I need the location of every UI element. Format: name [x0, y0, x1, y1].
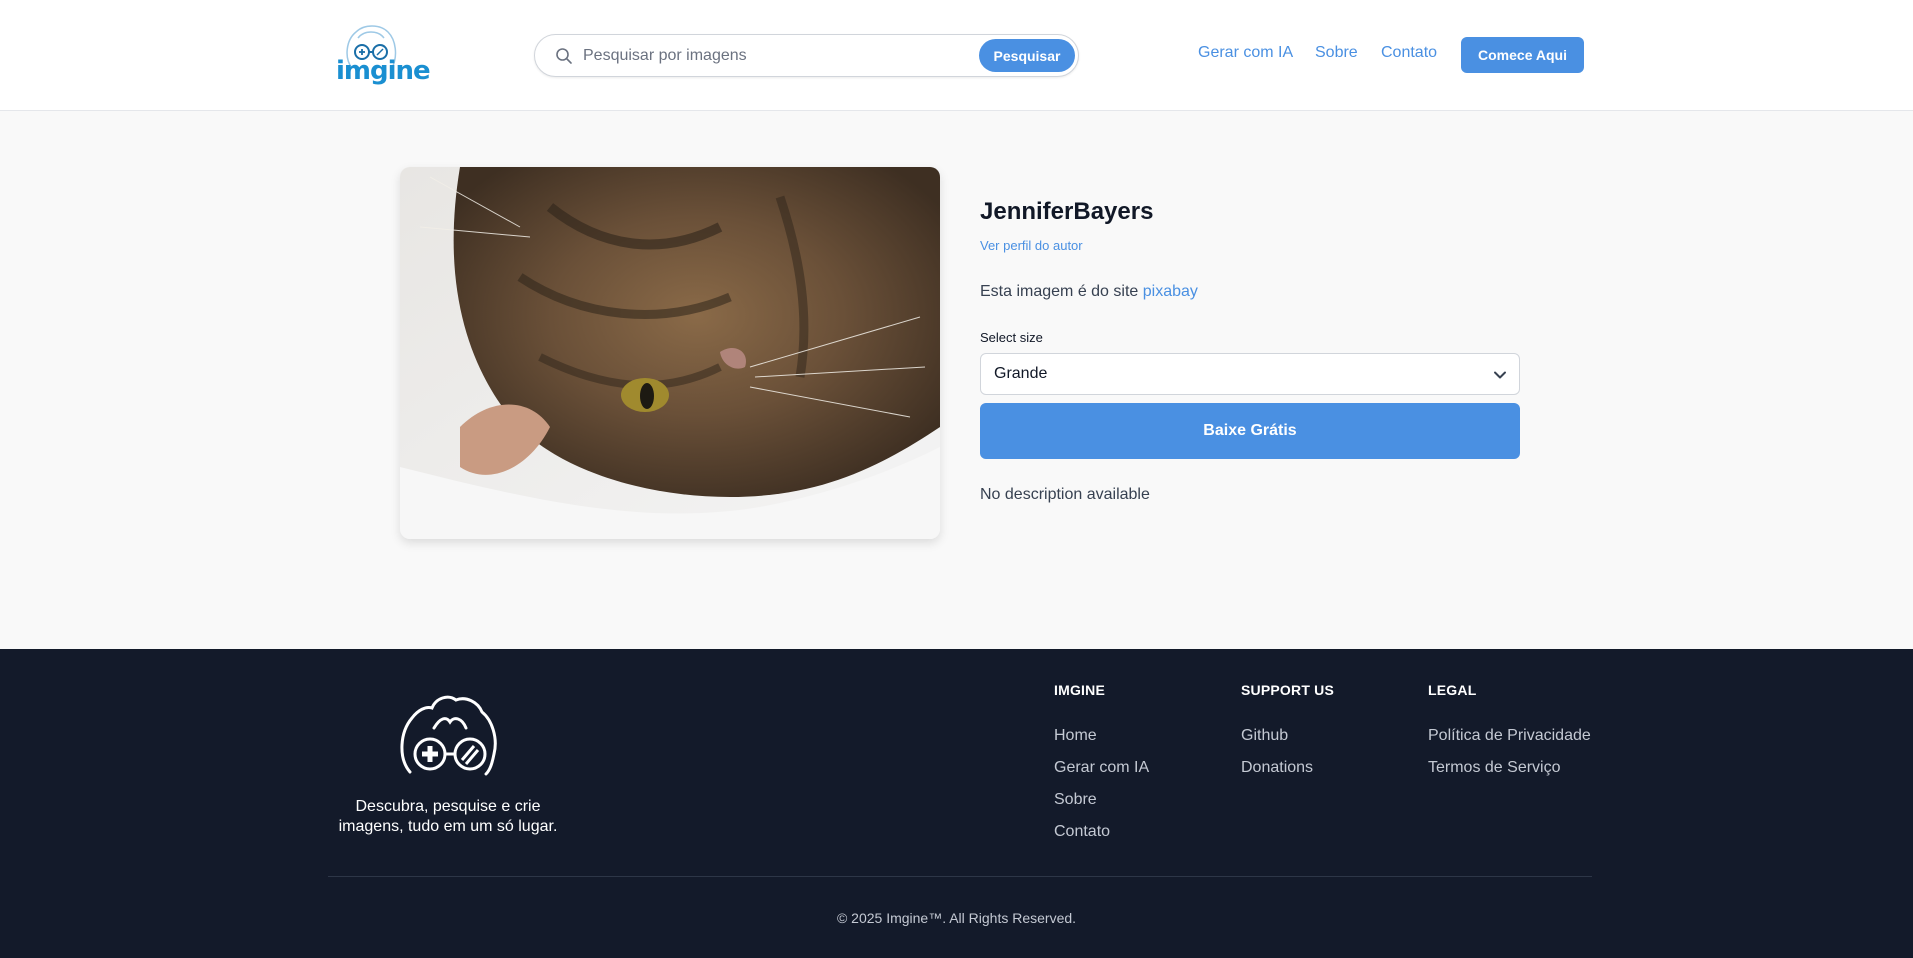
site-header: imgine Pesquisar Gerar com IA Sobre Cont…	[0, 0, 1913, 111]
footer-logo-icon	[400, 695, 497, 776]
author-name: JenniferBayers	[980, 198, 1154, 225]
footer-link-sobre[interactable]: Sobre	[1054, 791, 1097, 809]
footer-divider	[328, 876, 1592, 877]
footer-link-github[interactable]: Github	[1241, 727, 1288, 745]
footer-link-privacy-policy[interactable]: Política de Privacidade	[1428, 727, 1591, 745]
search-button[interactable]: Pesquisar	[979, 39, 1075, 72]
source-link[interactable]: pixabay	[1143, 283, 1198, 300]
size-label: Select size	[980, 330, 1043, 345]
footer-link-contato[interactable]: Contato	[1054, 823, 1110, 841]
footer-heading-legal: LEGAL	[1428, 682, 1477, 698]
nav-gerar-com-ia[interactable]: Gerar com IA	[1198, 44, 1293, 62]
comece-aqui-button[interactable]: Comece Aqui	[1461, 37, 1584, 73]
footer-link-home[interactable]: Home	[1054, 727, 1097, 745]
search-bar: Pesquisar	[534, 34, 1079, 77]
search-input[interactable]	[583, 41, 983, 71]
download-button[interactable]: Baixe Grátis	[980, 403, 1520, 459]
image-description: No description available	[980, 486, 1150, 503]
size-selected-value: Grande	[994, 365, 1048, 382]
author-profile-link[interactable]: Ver perfil do autor	[980, 238, 1083, 253]
source-prefix: Esta imagem é do site	[980, 283, 1139, 300]
size-select[interactable]: Grande	[980, 353, 1520, 395]
footer-heading-support-us: SUPPORT US	[1241, 682, 1335, 698]
footer-link-gerar-com-ia[interactable]: Gerar com IA	[1054, 759, 1149, 777]
footer-link-donations[interactable]: Donations	[1241, 759, 1313, 777]
cat-photo	[400, 167, 940, 539]
chevron-down-icon	[1494, 371, 1506, 379]
image-source: Esta imagem é do site pixabay	[980, 283, 1198, 301]
logo-text[interactable]: imgine	[336, 56, 431, 86]
search-icon	[556, 48, 572, 64]
footer-heading-imgine: IMGINE	[1054, 682, 1105, 698]
nav-contato[interactable]: Contato	[1381, 44, 1437, 62]
footer-tagline: Descubra, pesquise e crie imagens, tudo …	[338, 798, 558, 835]
footer-link-terms-of-service[interactable]: Termos de Serviço	[1428, 759, 1561, 777]
nav-sobre[interactable]: Sobre	[1315, 44, 1358, 62]
copyright: © 2025 Imgine™. All Rights Reserved.	[836, 910, 1077, 926]
